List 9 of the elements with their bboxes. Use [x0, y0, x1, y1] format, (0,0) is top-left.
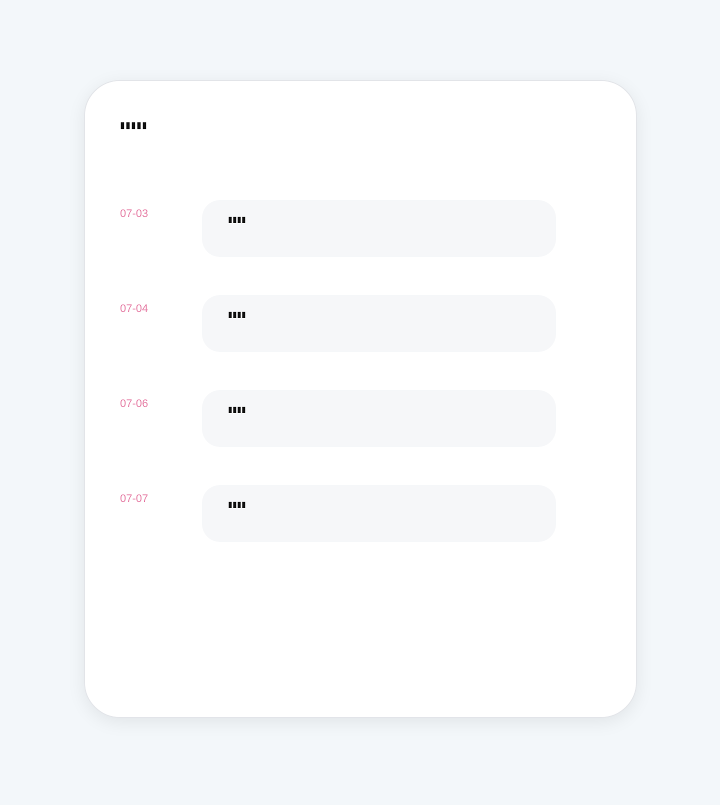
entry-date: 07-03	[120, 207, 150, 220]
page-title: ▮▮▮▮▮	[120, 121, 148, 130]
entry-text: ▮▮▮▮	[228, 501, 246, 509]
entry-text: ▮▮▮▮	[228, 406, 246, 414]
entry-date: 07-06	[120, 397, 150, 410]
entry-text: ▮▮▮▮	[228, 216, 246, 224]
entry-date: 07-04	[120, 302, 150, 315]
entry-text: ▮▮▮▮	[228, 311, 246, 319]
entry-date: 07-07	[120, 492, 150, 505]
